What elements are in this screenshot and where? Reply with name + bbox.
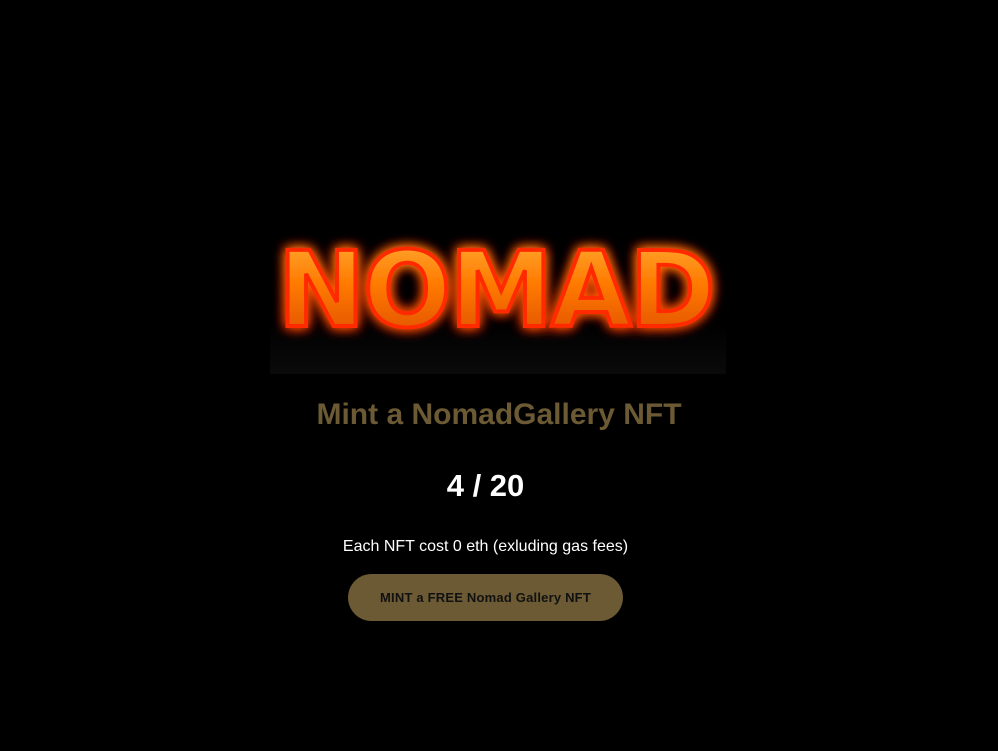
page-title: Mint a NomadGallery NFT <box>316 398 682 431</box>
cost-info-text: Each NFT cost 0 eth (exluding gas fees) <box>342 538 629 555</box>
nomad-logo-image: NOMAD <box>276 227 718 353</box>
mint-counter: 4 / 20 <box>446 468 525 503</box>
nomad-logo: NOMAD <box>270 208 726 374</box>
logo-text: NOMAD <box>278 229 714 351</box>
mint-page: NOMAD Mint a NomadGallery NFT 4 / 20 Eac… <box>0 0 998 751</box>
mint-button[interactable]: MINT a FREE Nomad Gallery NFT <box>348 574 623 621</box>
